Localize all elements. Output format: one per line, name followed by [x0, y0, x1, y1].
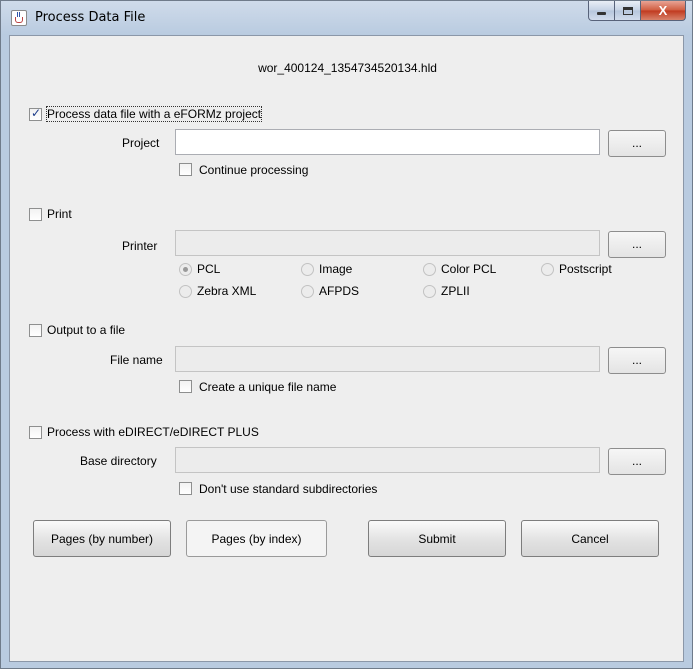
format-afpds-label[interactable]: AFPDS — [319, 284, 359, 298]
no-standard-subdirs-checkbox[interactable] — [179, 482, 192, 495]
pages-by-number-button[interactable]: Pages (by number) — [33, 520, 171, 557]
submit-button[interactable]: Submit — [368, 520, 506, 557]
base-directory-browse-button[interactable]: ... — [608, 448, 666, 475]
format-afpds-radio[interactable] — [301, 285, 314, 298]
printer-input[interactable] — [175, 230, 600, 256]
continue-processing-checkbox[interactable] — [179, 163, 192, 176]
maximize-icon — [622, 6, 633, 15]
format-pcl-radio[interactable] — [179, 263, 192, 276]
maximize-button[interactable] — [615, 1, 641, 21]
print-checkbox[interactable] — [29, 208, 42, 221]
format-image-radio[interactable] — [301, 263, 314, 276]
java-app-icon — [11, 10, 27, 26]
format-postscript-radio[interactable] — [541, 263, 554, 276]
close-button[interactable]: X — [641, 1, 686, 21]
format-color-pcl-label[interactable]: Color PCL — [441, 262, 496, 276]
file-name-label: File name — [110, 353, 163, 367]
data-file-name: wor_400124_1354734520134.hld — [258, 61, 437, 75]
no-standard-subdirs-label[interactable]: Don't use standard subdirectories — [199, 482, 377, 496]
file-name-browse-button[interactable]: ... — [608, 347, 666, 374]
format-color-pcl-radio[interactable] — [423, 263, 436, 276]
window-controls: X — [588, 1, 686, 21]
process-project-label[interactable]: Process data file with a eFORMz project — [45, 106, 263, 122]
project-browse-button[interactable]: ... — [608, 130, 666, 157]
output-to-file-checkbox[interactable] — [29, 324, 42, 337]
close-icon: X — [658, 3, 668, 18]
edirect-checkbox[interactable] — [29, 426, 42, 439]
printer-browse-button[interactable]: ... — [608, 231, 666, 258]
window-title: Process Data File — [35, 10, 146, 25]
minimize-button[interactable] — [588, 1, 615, 21]
unique-file-name-checkbox[interactable] — [179, 380, 192, 393]
format-pcl-label[interactable]: PCL — [197, 262, 220, 276]
base-directory-label: Base directory — [80, 454, 157, 468]
base-directory-input[interactable] — [175, 447, 600, 473]
print-label[interactable]: Print — [47, 207, 72, 221]
output-to-file-label[interactable]: Output to a file — [47, 323, 125, 337]
format-zplii-radio[interactable] — [423, 285, 436, 298]
cancel-button[interactable]: Cancel — [521, 520, 659, 557]
format-image-label[interactable]: Image — [319, 262, 352, 276]
format-zplii-label[interactable]: ZPLII — [441, 284, 470, 298]
project-input[interactable] — [175, 129, 600, 155]
minimize-icon — [597, 12, 606, 15]
project-label: Project — [122, 136, 160, 150]
format-postscript-label[interactable]: Postscript — [559, 262, 612, 276]
process-project-checkbox[interactable] — [29, 106, 42, 121]
edirect-label[interactable]: Process with eDIRECT/eDIRECT PLUS — [47, 425, 259, 439]
title-bar[interactable]: Process Data File X — [1, 1, 692, 35]
printer-label: Printer — [122, 239, 158, 253]
format-zebra-xml-radio[interactable] — [179, 285, 192, 298]
unique-file-name-label[interactable]: Create a unique file name — [199, 380, 336, 394]
dialog-content: wor_400124_1354734520134.hld Process dat… — [9, 35, 684, 662]
dialog-window: Process Data File X wor_400124_135473452… — [0, 0, 693, 669]
continue-processing-label[interactable]: Continue processing — [199, 163, 308, 177]
pages-by-index-button[interactable]: Pages (by index) — [186, 520, 327, 557]
file-name-input[interactable] — [175, 346, 600, 372]
format-zebra-xml-label[interactable]: Zebra XML — [197, 284, 256, 298]
